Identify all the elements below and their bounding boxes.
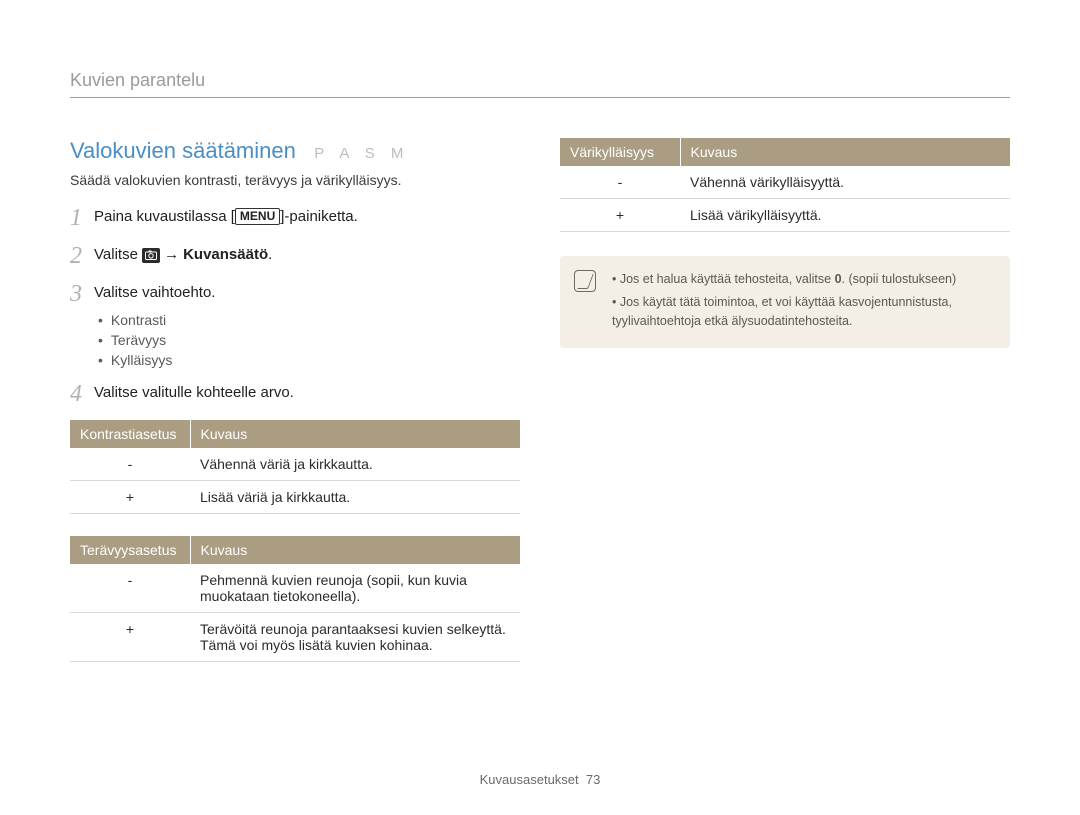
note-icon [574,270,596,292]
cell-val: Vähennä värikylläisyyttä. [680,166,1010,199]
cell-val: Lisää väriä ja kirkkautta. [190,481,520,514]
menu-button-label: MENU [235,208,280,225]
note-item: Jos et halua käyttää tehosteita, valitse… [612,270,994,289]
cell-key: - [560,166,680,199]
step-4: 4 Valitse valitulle kohteelle arvo. [70,382,520,406]
list-item: Kylläisyys [98,352,520,368]
step-number: 1 [70,206,94,230]
page-footer: Kuvausasetukset 73 [0,772,1080,787]
breadcrumb: Kuvien parantelu [70,70,1010,98]
step-1-text-a: Paina kuvaustilassa [ [94,208,235,225]
step-2-bold: Kuvansäätö [183,246,268,263]
step-3: 3 Valitse vaihtoehto. [70,282,520,306]
footer-page-number: 73 [586,772,600,787]
cell-key: + [560,199,680,232]
cell-key: + [70,481,190,514]
step-number: 2 [70,244,94,268]
list-item: Kontrasti [98,312,520,328]
note-box: Jos et halua käyttää tehosteita, valitse… [560,256,1010,348]
step-1-text-b: ]-painiketta. [280,208,358,225]
th-contrast-setting: Kontrastiasetus [70,420,190,448]
table-row: + Lisää värikylläisyyttä. [560,199,1010,232]
note-1-a: Jos et halua käyttää tehosteita, valitse [620,272,835,286]
right-column: Värikylläisyys Kuvaus - Vähennä värikyll… [560,138,1010,684]
table-row: - Vähennä väriä ja kirkkautta. [70,448,520,481]
note-1-b: . (sopii tulostukseen) [842,272,957,286]
note-1-bold: 0 [835,272,842,286]
options-list: Kontrasti Terävyys Kylläisyys [98,312,520,368]
cell-val: Vähennä väriä ja kirkkautta. [190,448,520,481]
contrast-table: Kontrastiasetus Kuvaus - Vähennä väriä j… [70,420,520,514]
list-item: Terävyys [98,332,520,348]
table-row: + Lisää väriä ja kirkkautta. [70,481,520,514]
step-2-text-a: Valitse [94,246,142,263]
step-4-text: Valitse valitulle kohteelle arvo. [94,382,294,401]
step-3-text: Valitse vaihtoehto. [94,282,215,301]
left-column: Valokuvien säätäminen P A S M Säädä valo… [70,138,520,684]
step-2-end: . [268,246,272,263]
table-row: + Terävöitä reunoja parantaaksesi kuvien… [70,613,520,662]
note-item: Jos käytät tätä toimintoa, et voi käyttä… [612,293,994,331]
intro-text: Säädä valokuvien kontrasti, terävyys ja … [70,172,520,188]
step-2: 2 Valitse →Kuvansäätö. [70,244,520,268]
step-number: 4 [70,382,94,406]
cell-val: Pehmennä kuvien reunoja (sopii, kun kuvi… [190,564,520,613]
table-row: - Pehmennä kuvien reunoja (sopii, kun ku… [70,564,520,613]
th-description: Kuvaus [190,536,520,564]
th-description: Kuvaus [680,138,1010,166]
camera-icon [142,248,160,263]
cell-val: Terävöitä reunoja parantaaksesi kuvien s… [190,613,520,662]
table-row: - Vähennä värikylläisyyttä. [560,166,1010,199]
section-heading: Valokuvien säätäminen [70,138,296,163]
cell-key: + [70,613,190,662]
th-saturation: Värikylläisyys [560,138,680,166]
th-description: Kuvaus [190,420,520,448]
cell-key: - [70,448,190,481]
step-number: 3 [70,282,94,306]
saturation-table: Värikylläisyys Kuvaus - Vähennä värikyll… [560,138,1010,232]
sharpness-table: Terävyysasetus Kuvaus - Pehmennä kuvien … [70,536,520,662]
th-sharpness-setting: Terävyysasetus [70,536,190,564]
arrow-icon: → [164,246,179,263]
mode-indicator: P A S M [314,145,409,162]
cell-key: - [70,564,190,613]
step-1: 1 Paina kuvaustilassa [MENU]-painiketta. [70,206,520,230]
cell-val: Lisää värikylläisyyttä. [680,199,1010,232]
footer-section: Kuvausasetukset [480,772,579,787]
